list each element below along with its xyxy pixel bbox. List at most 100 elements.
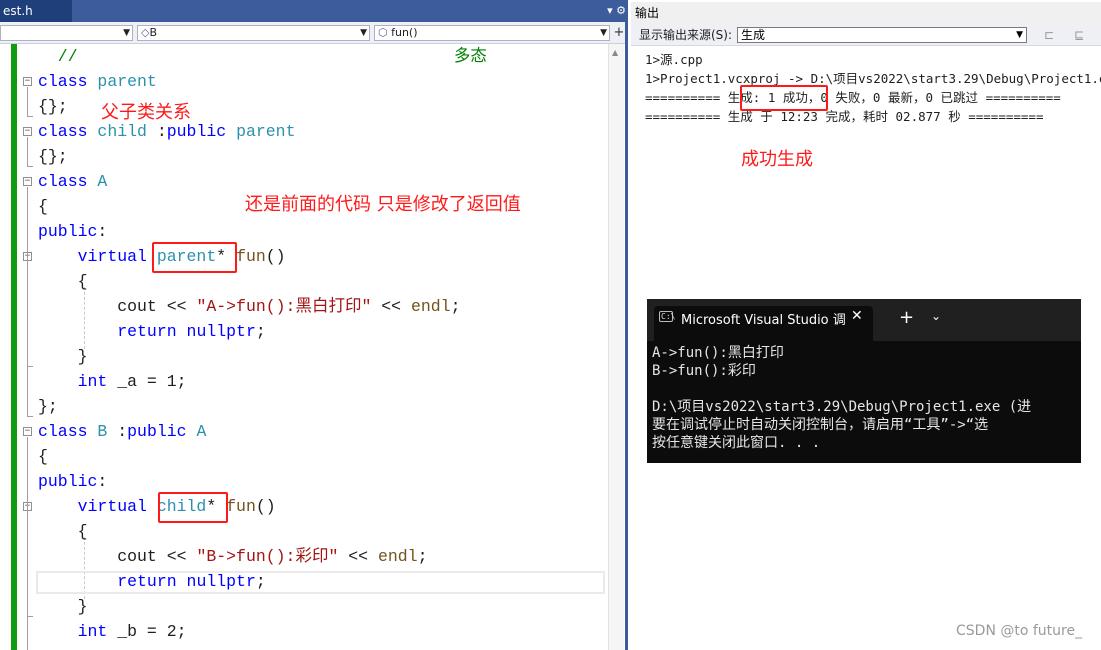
console-window[interactable]: C:\ Microsoft Visual Studio 调 ✕ + ⌄ A->f… [647,299,1081,463]
keyword-token: int [77,622,108,641]
function-token: endl [377,547,418,566]
code-line: } [38,344,88,369]
function-token: fun [226,497,256,516]
scroll-up-icon[interactable]: ▲ [612,48,618,57]
code-line: cout << "A->fun():黑白打印" << endl; [38,294,460,319]
change-tracking-bar [11,44,17,650]
type-token: A [196,422,207,441]
clear-all-icon[interactable]: ⊑ [1071,28,1087,42]
keyword-token: nullptr [186,322,256,341]
keyword-token: nullptr [186,572,256,591]
new-tab-icon[interactable]: + [899,307,914,328]
keyword-token: return [117,572,177,591]
output-line: ========== 生成 于 12:23 完成，耗时 02.877 秒 ===… [645,109,1044,124]
console-tab-title: Microsoft Visual Studio 调 [681,313,846,328]
code-line: } [38,594,88,619]
chevron-down-icon: ▼ [1016,30,1023,40]
terminal-icon: C:\ [659,311,676,322]
outline-guide [27,416,33,417]
split-editor-icon[interactable]: + [612,24,626,42]
code-line: int _a = 1; [38,369,187,394]
string-token: "A->fun():黑白打印" [196,297,372,316]
outline-guide [27,187,28,416]
fold-toggle-icon[interactable]: − [23,427,32,436]
output-toolbar: 显示输出来源(S): 生成 ▼ ⊏ ⊑ [631,24,1101,46]
keyword-token: return [117,322,177,341]
panel-divider[interactable] [625,0,628,650]
watermark: CSDN @to future_ [956,623,1083,639]
document-tab[interactable]: est.h [0,0,72,22]
keyword-token: virtual [77,247,147,266]
chevron-down-icon[interactable]: ⌄ [931,309,941,323]
output-line: 1>源.cpp [645,52,703,67]
code-line: class A [38,169,107,194]
console-line: A->fun():黑白打印 [652,345,784,361]
keyword-token: class [38,172,88,191]
code-line: class parent [38,69,157,94]
code-line: virtual child* fun() [38,494,276,519]
code-line: { [38,269,88,294]
code-line: cout << "B->fun():彩印" << endl; [38,544,427,569]
console-line: 按任意键关闭此窗口. . . [652,435,821,451]
code-line: {}; [38,144,68,169]
code-token: }; [38,397,58,416]
type-token: child [97,122,147,141]
code-token: ; [450,297,461,316]
fold-toggle-icon[interactable]: − [23,77,32,86]
code-line: return nullptr; [38,319,266,344]
type-token: parent [97,72,157,91]
console-line: D:\项目vs2022\start3.29\Debug\Project1.exe… [652,399,1032,415]
type-token: parent [236,122,296,141]
output-line: 1>Project1.vcxproj -> D:\项目vs2022\start3… [645,71,1101,86]
chevron-down-icon: ▼ [600,28,607,38]
code-line: {}; [38,94,68,119]
keyword-token: class [38,122,88,141]
keyword-token: public [166,122,227,141]
output-source-label: 显示输出来源(S): [639,28,733,42]
code-line: // 多态 [38,44,487,69]
code-token: {}; [38,97,68,116]
fold-toggle-icon[interactable]: − [23,127,32,136]
code-token: ; [255,572,266,591]
outline-guide [27,166,33,167]
return-type-highlight-child [158,492,228,523]
output-source-dropdown[interactable]: 生成 ▼ [737,27,1027,43]
method-icon: ⬡ [378,26,388,39]
code-token: { [38,272,88,291]
vertical-scrollbar[interactable] [608,44,624,650]
chevron-down-icon: ▼ [360,28,367,38]
function-token: fun [236,247,266,266]
member-value: fun() [391,26,418,39]
function-token: endl [410,297,451,316]
code-token: : [146,122,167,141]
class-dropdown[interactable]: ◇B ▼ [137,25,370,41]
chevron-down-icon: ▼ [123,28,130,38]
navigation-bar: ▼ ◇B ▼ ⬡ fun() ▼ + [0,22,628,44]
keyword-token: class [38,72,88,91]
fold-toggle-icon[interactable]: − [23,177,32,186]
scope-dropdown[interactable]: ▼ [0,25,133,41]
code-line: class B :public A [38,419,206,444]
tab-menu-icon[interactable]: ▾ ⚙ [607,0,626,22]
outline-guide [27,616,33,617]
code-line: public: [38,469,107,494]
member-dropdown[interactable]: ⬡ fun() ▼ [374,25,610,41]
code-token: {}; [38,147,68,166]
code-token: << [338,547,378,566]
close-tab-icon[interactable]: ✕ [851,308,863,324]
string-token: "B->fun():彩印" [196,547,339,566]
find-message-icon[interactable]: ⊏ [1041,28,1057,42]
code-token: : [107,422,128,441]
outline-guide [27,437,28,650]
output-line: ========== 生成: 1 成功，0 失败，0 最新，0 已跳过 ====… [645,90,1061,105]
